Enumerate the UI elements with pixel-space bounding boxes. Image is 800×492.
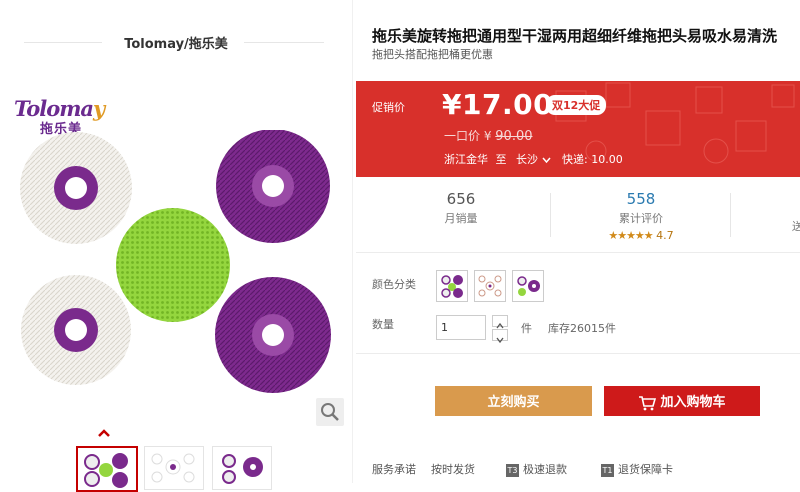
- divider: [356, 353, 800, 354]
- quantity-input[interactable]: 1: [436, 315, 486, 340]
- chevron-down-icon: [541, 157, 551, 163]
- original-price-value: 90.00: [495, 129, 533, 144]
- product-title: 拖乐美旋转拖把通用型干湿两用超细纤维拖把头易吸水易清洗: [372, 27, 778, 45]
- service-item-return-label: 退货保障卡: [618, 463, 673, 476]
- color-option-2[interactable]: [474, 270, 506, 302]
- return-icon: T1: [601, 463, 614, 477]
- stock-count: 库存26015件: [548, 322, 616, 335]
- stats-row: 656 月销量 558 累计评价 ★★★★★ 4.7 送: [356, 180, 800, 250]
- color-option-3[interactable]: [512, 270, 544, 302]
- add-to-cart-button[interactable]: 加入购物车: [604, 386, 760, 416]
- thumbnail-image: [151, 453, 195, 483]
- color-option-image: [441, 275, 463, 298]
- refund-icon: T3: [506, 463, 519, 477]
- mop-head-white: [20, 132, 132, 244]
- service-item-ontime[interactable]: 按时发货: [431, 461, 475, 477]
- promo-price-label: 促销价: [372, 101, 405, 114]
- product-gallery: Tolomay/拖乐美 Tolomay 拖乐美: [0, 0, 352, 492]
- quantity-decrease-button[interactable]: [492, 329, 508, 344]
- star-rating-icon: ★★★★★: [608, 229, 653, 242]
- ship-to-city: 长沙: [516, 153, 538, 166]
- main-product-image[interactable]: [0, 130, 352, 430]
- divider: [730, 193, 731, 237]
- divider: [352, 0, 353, 483]
- monthly-sales-label: 月销量: [444, 212, 478, 225]
- mop-head-white: [21, 275, 131, 385]
- thumbnail-2[interactable]: [144, 446, 204, 490]
- color-option-1[interactable]: [436, 270, 468, 302]
- shipping-info: 浙江金华 至 长沙 快递: 10.00: [444, 151, 623, 167]
- buy-now-button[interactable]: 立刻购买: [435, 386, 592, 416]
- zoom-button[interactable]: [316, 398, 344, 426]
- chevron-up-icon[interactable]: [97, 428, 111, 438]
- review-count-label: 累计评价: [619, 212, 663, 225]
- mop-head-purple: [216, 130, 330, 243]
- review-count-value: 558: [626, 190, 656, 208]
- review-count[interactable]: 558 累计评价 ★★★★★ 4.7: [561, 190, 721, 242]
- thumbnail-3[interactable]: [212, 446, 272, 490]
- original-price: 一口价 ¥ 90.00: [444, 127, 533, 144]
- service-item-refund[interactable]: T3 极速退款: [506, 461, 567, 477]
- thumbnail-image: [84, 453, 128, 488]
- color-label: 颜色分类: [372, 278, 416, 291]
- chevron-down-icon: [496, 337, 504, 344]
- mop-head-chenille: [116, 208, 230, 322]
- service-item-return[interactable]: T1 退货保障卡: [601, 461, 673, 477]
- divider: [550, 193, 551, 237]
- service-item-refund-label: 极速退款: [523, 463, 567, 476]
- third-stat-label: 送: [792, 220, 800, 233]
- original-price-label: 一口价 ¥: [444, 129, 492, 143]
- quantity-increase-button[interactable]: [492, 315, 508, 329]
- divider: [356, 252, 800, 253]
- service-label: 服务承诺: [372, 463, 416, 476]
- search-icon: [321, 403, 339, 421]
- quantity-unit: 件: [521, 322, 532, 335]
- rating-value: 4.7: [656, 229, 674, 242]
- promo-panel: 促销价 ¥17.00 双12大促 一口价 ¥ 90.00 浙江金华 至 长沙 快…: [356, 81, 800, 177]
- monthly-sales: 656 月销量: [381, 190, 541, 226]
- promo-badge: 双12大促: [546, 95, 607, 115]
- add-to-cart-label: 加入购物车: [660, 394, 726, 409]
- color-option-image: [517, 276, 540, 296]
- ship-to-select[interactable]: 长沙: [516, 153, 554, 166]
- ship-to-word: 至: [495, 153, 507, 166]
- ship-from: 浙江金华: [444, 153, 488, 166]
- quantity-label: 数量: [372, 318, 394, 331]
- store-title[interactable]: Tolomay/拖乐美: [0, 33, 352, 52]
- promo-price: ¥17.00: [442, 88, 554, 121]
- mop-head-purple: [215, 277, 331, 393]
- cart-icon: [639, 395, 657, 410]
- product-subtitle: 拖把头搭配拖把桶更优惠: [372, 48, 493, 61]
- monthly-sales-count: 656: [446, 190, 476, 208]
- color-option-image: [478, 275, 502, 297]
- thumbnail-image: [222, 454, 263, 484]
- rating: ★★★★★ 4.7: [561, 229, 721, 242]
- thumbnail-1[interactable]: [76, 446, 138, 492]
- ship-fee: 快递: 10.00: [562, 153, 623, 166]
